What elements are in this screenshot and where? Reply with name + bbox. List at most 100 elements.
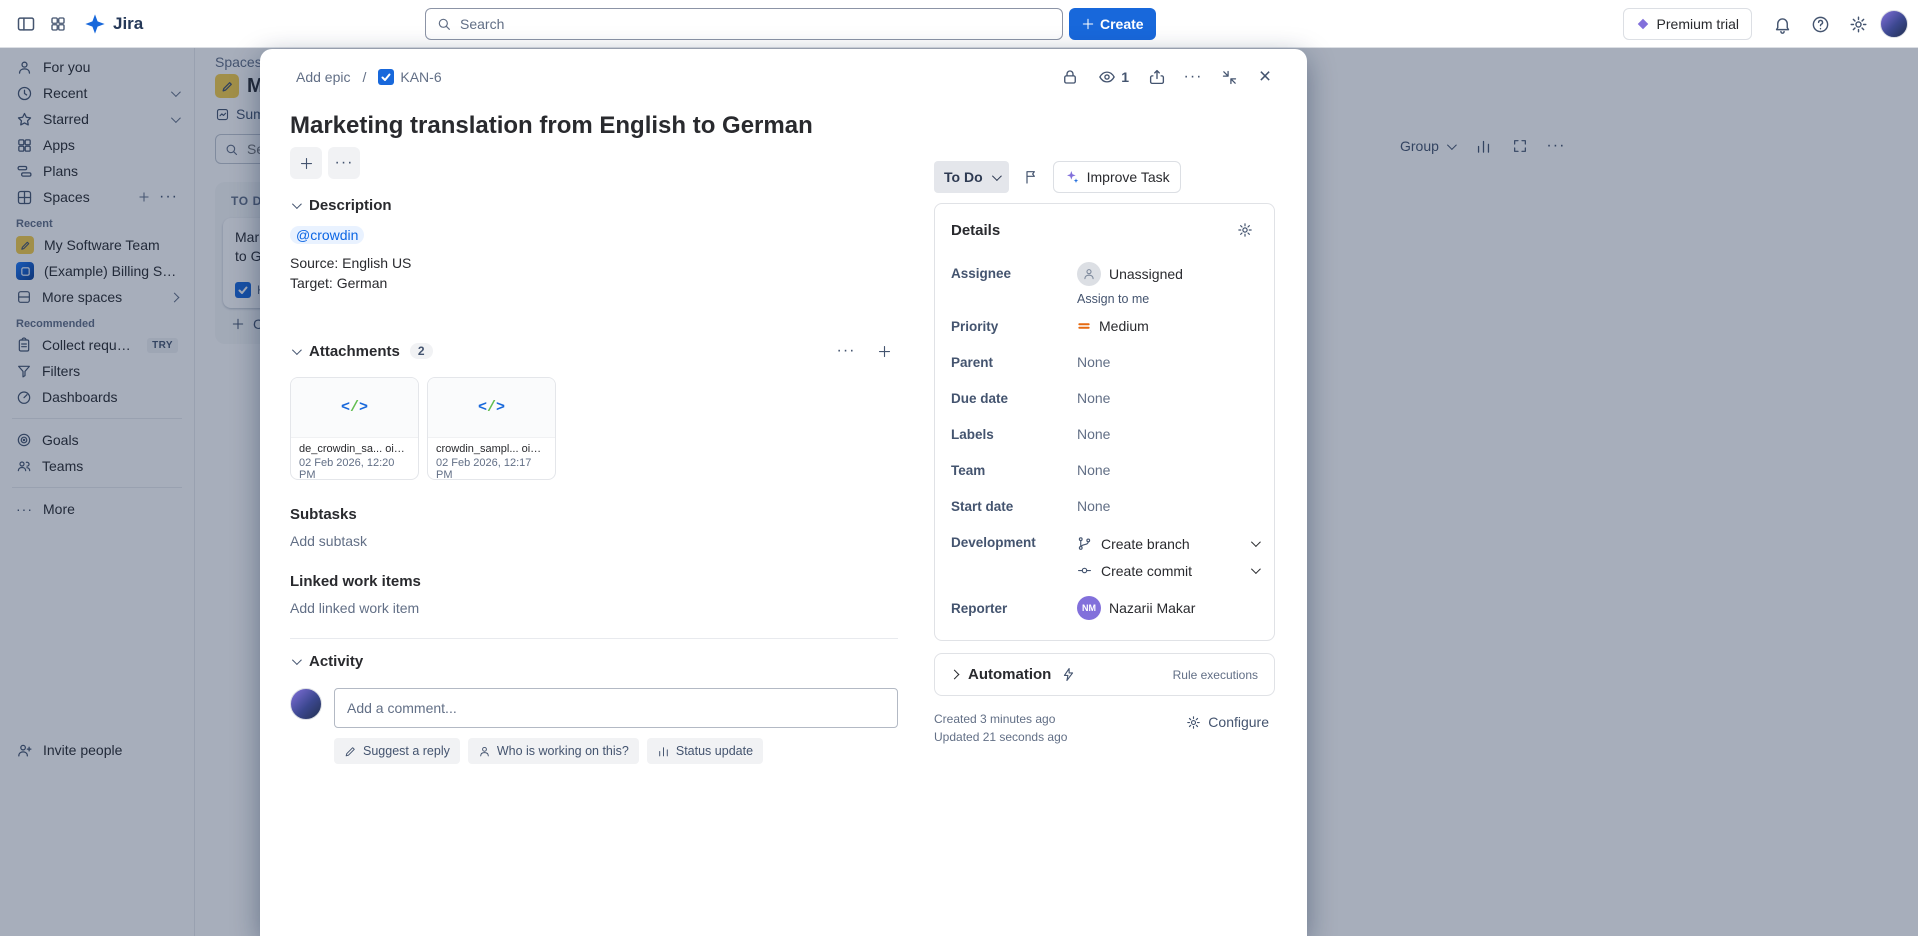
- chevron-down-icon: [292, 345, 302, 355]
- field-development: Development Create branch Create commit: [951, 530, 1258, 584]
- topbar-right-cluster: Premium trial: [1623, 8, 1908, 40]
- description-target-line[interactable]: Target: German: [290, 274, 898, 293]
- add-subtask-button[interactable]: Add subtask: [290, 533, 898, 549]
- description-section-header[interactable]: Description: [290, 197, 898, 214]
- subtasks-heading: Subtasks: [290, 506, 357, 523]
- attachment-date: 02 Feb 2026, 12:17 PM: [436, 457, 547, 480]
- status-update-chip[interactable]: Status update: [647, 738, 763, 764]
- ai-sparkle-icon: [1064, 169, 1080, 185]
- status-dropdown[interactable]: To Do: [934, 161, 1009, 193]
- field-priority: Priority Medium: [951, 308, 1258, 344]
- panel-left-icon: [16, 14, 36, 34]
- assign-to-me-link[interactable]: Assign to me: [1077, 292, 1149, 306]
- jira-logo[interactable]: Jira: [74, 13, 153, 35]
- assignee-value[interactable]: Unassigned: [1077, 262, 1258, 286]
- global-search[interactable]: [425, 8, 1063, 40]
- comment-input[interactable]: [347, 700, 885, 716]
- mention-crowdin[interactable]: @crowdin: [290, 226, 364, 244]
- improve-task-button[interactable]: Improve Task: [1053, 161, 1181, 193]
- chevron-down-icon[interactable]: [1251, 537, 1261, 547]
- create-branch-button[interactable]: Create branch: [1077, 530, 1258, 557]
- field-assignee: Assignee Unassigned Assign to me: [951, 256, 1258, 308]
- lock-icon[interactable]: [1054, 61, 1086, 93]
- settings-icon[interactable]: [1842, 8, 1874, 40]
- linked-items-section-header[interactable]: Linked work items: [290, 573, 898, 590]
- help-icon[interactable]: [1804, 8, 1836, 40]
- add-epic-button[interactable]: Add epic: [290, 65, 356, 89]
- due-date-value[interactable]: None: [1077, 390, 1258, 406]
- team-value[interactable]: None: [1077, 462, 1258, 478]
- gear-icon: [1186, 715, 1201, 730]
- issue-title[interactable]: Marketing translation from English to Ge…: [260, 111, 1307, 141]
- parent-value[interactable]: None: [1077, 354, 1258, 370]
- commit-icon: [1077, 563, 1092, 578]
- rule-executions-label[interactable]: Rule executions: [1173, 668, 1258, 682]
- attachment-card[interactable]: </> crowdin_sampl... oid.xml 02 Feb 2026…: [427, 377, 556, 480]
- watch-button[interactable]: 1: [1090, 61, 1137, 93]
- create-button[interactable]: Create: [1069, 8, 1156, 40]
- issue-key-link[interactable]: KAN-6: [372, 65, 447, 89]
- breadcrumb-separator: /: [360, 69, 368, 85]
- sidebar-toggle-button[interactable]: [10, 8, 42, 40]
- description-source-line[interactable]: Source: English US: [290, 254, 898, 273]
- eye-icon: [1098, 68, 1116, 86]
- premium-trial-button[interactable]: Premium trial: [1623, 8, 1752, 40]
- automation-panel[interactable]: Automation Rule executions: [934, 653, 1275, 696]
- global-search-input[interactable]: [460, 16, 1052, 32]
- collapse-icon[interactable]: [1213, 61, 1245, 93]
- share-icon[interactable]: [1141, 61, 1173, 93]
- description-heading: Description: [309, 197, 392, 214]
- chevron-down-icon: [992, 171, 1002, 181]
- field-reporter: Reporter NM Nazarii Makar: [951, 590, 1258, 626]
- plus-icon: [299, 156, 314, 171]
- attachments-more-icon[interactable]: ···: [832, 337, 860, 365]
- xml-file-icon: </>: [428, 378, 555, 438]
- create-commit-button[interactable]: Create commit: [1077, 557, 1258, 584]
- apps-more-button[interactable]: ···: [328, 147, 360, 179]
- attachments-section-header[interactable]: Attachments 2 ···: [290, 337, 898, 365]
- automation-heading: Automation: [968, 666, 1051, 683]
- add-content-button[interactable]: [290, 147, 322, 179]
- activity-heading: Activity: [309, 653, 363, 670]
- attachments-add-icon[interactable]: [870, 337, 898, 365]
- issue-side-column: To Do Improve Task Details: [934, 141, 1275, 764]
- close-icon[interactable]: ×: [1249, 61, 1281, 93]
- notifications-icon[interactable]: [1766, 8, 1798, 40]
- modal-header: Add epic / KAN-6 1 ··· ×: [260, 49, 1307, 105]
- current-user-avatar: [290, 688, 322, 720]
- start-date-value[interactable]: None: [1077, 498, 1258, 514]
- modal-more-icon[interactable]: ···: [1177, 61, 1209, 93]
- labels-value[interactable]: None: [1077, 426, 1258, 442]
- field-team: Team None: [951, 452, 1258, 488]
- details-heading: Details: [951, 222, 1000, 239]
- chevron-down-icon[interactable]: [1251, 564, 1261, 574]
- who-is-working-chip[interactable]: Who is working on this?: [468, 738, 639, 764]
- suggest-reply-chip[interactable]: Suggest a reply: [334, 738, 460, 764]
- unassigned-avatar-icon: [1077, 262, 1101, 286]
- branch-icon: [1077, 536, 1092, 551]
- top-navigation-bar: Jira Create Premium trial: [0, 0, 1918, 48]
- app-grid-icon: [49, 15, 67, 33]
- activity-section-header[interactable]: Activity: [290, 653, 898, 670]
- watch-count: 1: [1121, 69, 1129, 85]
- details-settings-icon[interactable]: [1232, 217, 1258, 243]
- attachment-date: 02 Feb 2026, 12:20 PM: [299, 457, 410, 480]
- chevron-right-icon: [950, 670, 960, 680]
- comment-input-box[interactable]: [334, 688, 898, 728]
- add-linked-item-button[interactable]: Add linked work item: [290, 600, 898, 616]
- subtasks-section-header[interactable]: Subtasks: [290, 506, 898, 523]
- app-switcher-button[interactable]: [42, 8, 74, 40]
- user-avatar[interactable]: [1880, 10, 1908, 38]
- task-type-icon[interactable]: [378, 69, 394, 85]
- attachment-card[interactable]: </> de_crowdin_sa... oid.xml 02 Feb 2026…: [290, 377, 419, 480]
- linked-items-heading: Linked work items: [290, 573, 421, 590]
- field-labels: Labels None: [951, 416, 1258, 452]
- field-parent: Parent None: [951, 344, 1258, 380]
- configure-button[interactable]: Configure: [1180, 710, 1275, 734]
- flag-icon[interactable]: [1017, 161, 1045, 193]
- issue-main-column: ··· Description @crowdin Source: English…: [290, 141, 898, 764]
- priority-value[interactable]: Medium: [1077, 318, 1258, 334]
- reporter-value[interactable]: NM Nazarii Makar: [1077, 596, 1258, 620]
- person-icon: [478, 745, 491, 758]
- attachments-heading: Attachments: [309, 343, 400, 360]
